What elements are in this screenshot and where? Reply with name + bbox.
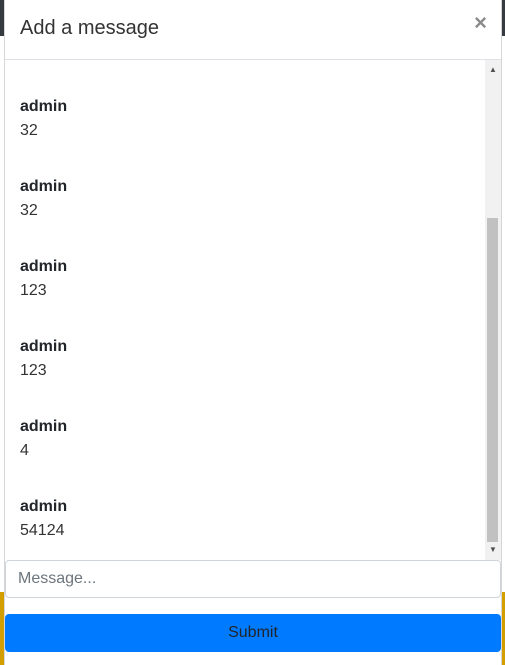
message-text: 32 bbox=[20, 202, 38, 219]
message-input[interactable] bbox=[5, 560, 501, 598]
list-item: admin 54124 bbox=[20, 497, 481, 560]
list-item: admin 32 bbox=[20, 97, 481, 177]
message-list-panel[interactable]: admin 32 admin 32 admin 123 admin 123 ad… bbox=[5, 60, 501, 560]
message-text: 123 bbox=[20, 282, 47, 299]
message-text: 32 bbox=[20, 122, 38, 139]
add-message-modal: Add a message × admin 32 admin 32 admin … bbox=[4, 0, 502, 665]
list-item: admin 123 bbox=[20, 337, 481, 417]
message-author: admin bbox=[20, 98, 68, 115]
close-icon[interactable]: × bbox=[474, 11, 487, 35]
scrollbar-thumb[interactable] bbox=[487, 218, 498, 542]
scroll-up-icon[interactable]: ▲ bbox=[485, 62, 501, 78]
message-author: admin bbox=[20, 418, 68, 435]
message-text: 54124 bbox=[20, 522, 65, 539]
message-author: admin bbox=[20, 338, 68, 355]
message-list: admin 32 admin 32 admin 123 admin 123 ad… bbox=[20, 97, 481, 560]
list-item: admin 123 bbox=[20, 257, 481, 337]
list-item: admin 32 bbox=[20, 177, 481, 257]
message-author: admin bbox=[20, 178, 68, 195]
submit-button[interactable]: Submit bbox=[5, 614, 501, 652]
message-list-scrollbar[interactable]: ▲ ▼ bbox=[485, 60, 501, 560]
list-item: admin 4 bbox=[20, 417, 481, 497]
scroll-down-icon[interactable]: ▼ bbox=[485, 542, 501, 558]
message-text: 123 bbox=[20, 362, 47, 379]
modal-header: Add a message × bbox=[5, 0, 501, 60]
message-author: admin bbox=[20, 498, 68, 515]
modal-title: Add a message bbox=[20, 17, 159, 39]
message-author: admin bbox=[20, 258, 68, 275]
message-text: 4 bbox=[20, 442, 29, 459]
